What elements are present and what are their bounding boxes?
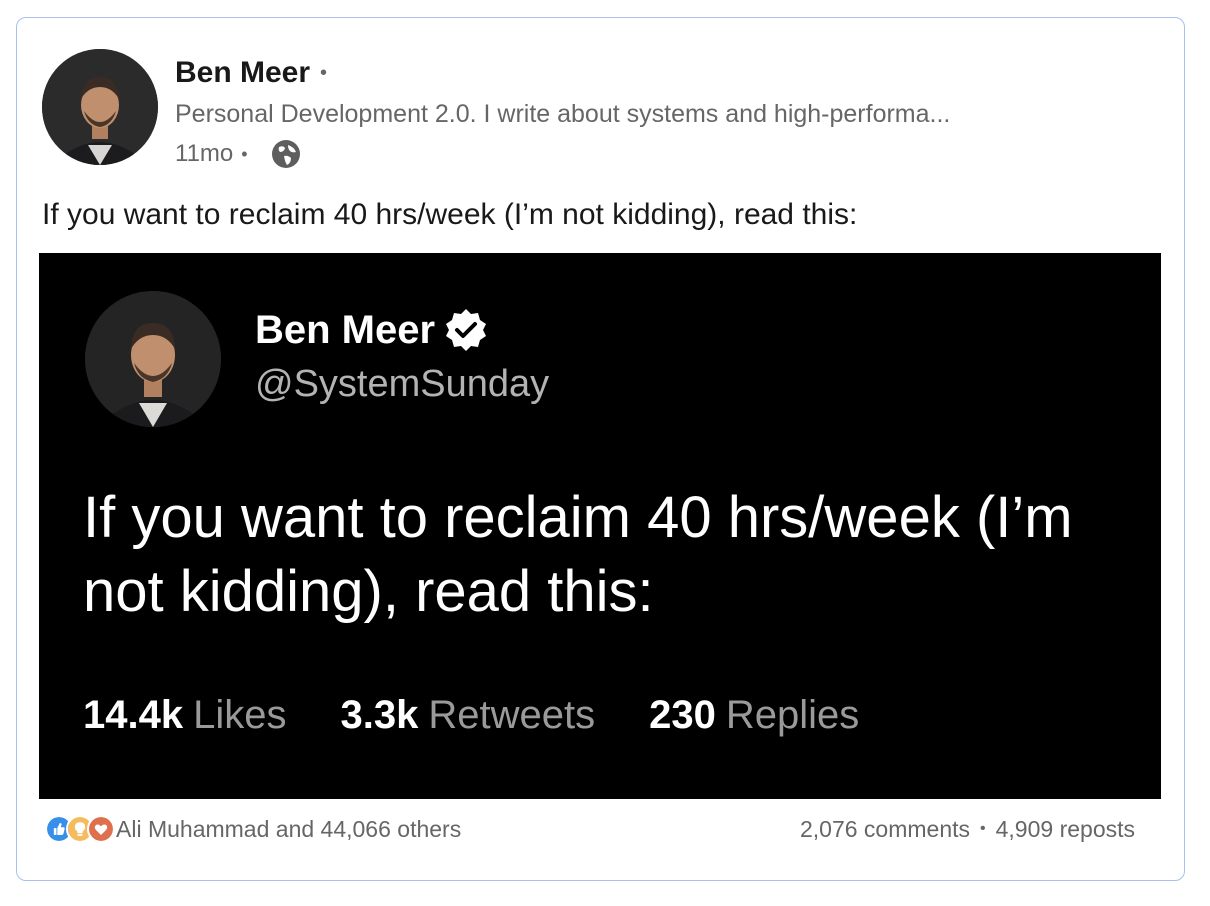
reactions-summary[interactable]: Ali Muhammad and 44,066 others [45, 815, 461, 843]
author-avatar-image [42, 49, 158, 165]
embedded-image[interactable]: Ben Meer @SystemSunday If you want to re… [39, 253, 1161, 799]
social-counts-bar: Ali Muhammad and 44,066 others 2,076 com… [45, 814, 1135, 844]
embed-stats: 14.4k Likes 3.3k Retweets 230 Replies [83, 693, 913, 738]
stat-replies: 230 Replies [649, 693, 859, 738]
author-headline: Personal Development 2.0. I write about … [175, 100, 951, 128]
stat-replies-label: Replies [725, 693, 860, 737]
embed-handle: @SystemSunday [255, 363, 550, 405]
stat-replies-value: 230 [649, 693, 716, 737]
globe-icon [270, 138, 302, 170]
separator-dot: • [320, 61, 328, 84]
author-name[interactable]: Ben Meer • [175, 56, 327, 90]
stat-retweets: 3.3k Retweets [341, 693, 596, 738]
post-card: Ben Meer • Personal Development 2.0. I w… [16, 17, 1185, 881]
reactions-text[interactable]: Ali Muhammad and 44,066 others [116, 816, 461, 843]
author-name-text[interactable]: Ben Meer [175, 56, 310, 90]
embed-author-name: Ben Meer [255, 307, 489, 353]
author-avatar[interactable] [42, 49, 158, 165]
embed-text: If you want to reclaim 40 hrs/week (I’m … [83, 485, 1073, 624]
embed-avatar-image [85, 291, 221, 427]
engagement-counts: 2,076 comments • 4,909 reposts [800, 816, 1135, 843]
post-text: If you want to reclaim 40 hrs/week (I’m … [42, 198, 858, 231]
comments-count-link[interactable]: 2,076 comments [800, 816, 970, 843]
stat-retweets-label: Retweets [428, 693, 596, 737]
separator-dot: • [980, 820, 986, 837]
post-age: 11mo [175, 140, 234, 167]
embed-author-name-text: Ben Meer [255, 307, 436, 352]
stat-likes-label: Likes [193, 693, 287, 737]
embed-avatar [85, 291, 221, 427]
stat-retweets-value: 3.3k [340, 693, 419, 737]
verified-badge-icon [443, 307, 489, 353]
reposts-count-link[interactable]: 4,909 reposts [996, 816, 1135, 843]
stat-likes: 14.4k Likes [83, 693, 287, 738]
reaction-icons [45, 815, 115, 843]
separator-dot: • [241, 143, 248, 164]
post-meta: 11mo • [175, 138, 302, 170]
love-icon [87, 815, 115, 843]
stat-likes-value: 14.4k [83, 693, 184, 737]
